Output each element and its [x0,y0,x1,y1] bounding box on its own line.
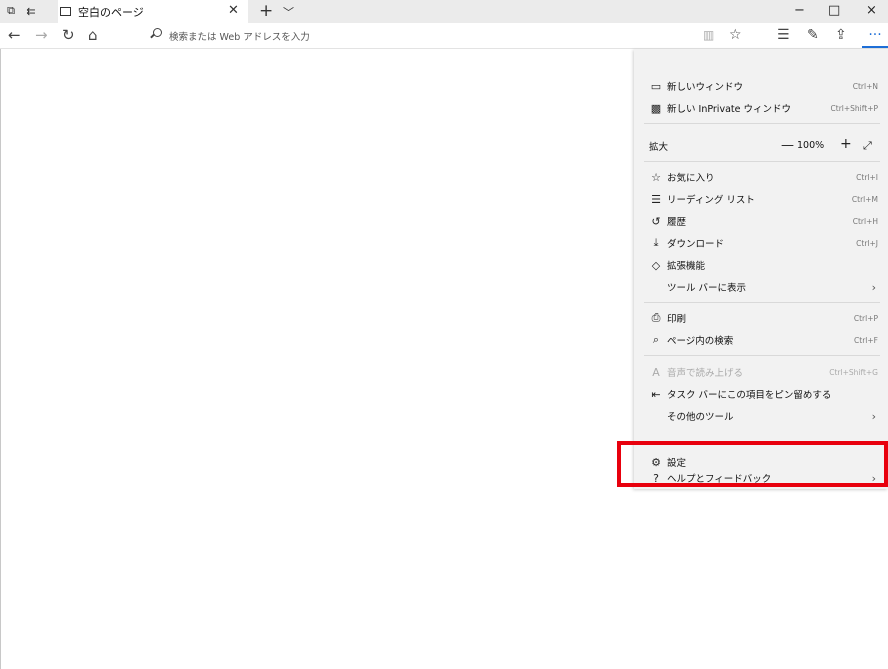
share-icon[interactable]: ⇪ [835,27,847,43]
menu-item-new-inprivate[interactable]: ▩ 新しい InPrivate ウィンドウ Ctrl+Shift+P [634,97,888,119]
forward-icon[interactable]: → [35,26,48,44]
window-icon: ▭ [650,79,662,93]
menu-item-extensions[interactable]: ◇ 拡張機能 [634,254,888,276]
tab-preview-chevron-icon[interactable]: ﹀ [283,4,294,20]
tab-title: 空白のページ [78,5,144,19]
web-note-icon[interactable]: ✎ [807,27,819,43]
menu-separator [644,355,880,356]
tab-blank-page[interactable]: 空白のページ ✕ [58,0,248,23]
extensions-icon: ◇ [651,258,661,272]
zoom-level: 100% [797,140,825,151]
menu-item-reading-list[interactable]: ☰ リーディング リスト Ctrl+M [634,188,888,210]
back-icon[interactable]: ← [8,26,21,44]
menu-separator [644,123,880,124]
menu-item-more-tools[interactable]: その他のツール › [634,405,888,427]
favorites-icon: ☆ [651,170,661,184]
read-aloud-icon: A [652,365,660,379]
page-icon [60,7,71,16]
menu-separator [644,161,880,162]
minimize-button[interactable]: − [794,2,805,20]
set-aside-tabs-icon[interactable]: ⇇ [23,3,39,19]
maximize-button[interactable]: □ [828,2,840,20]
fullscreen-icon[interactable]: ⤢ [863,139,872,153]
page-border [0,49,1,669]
address-input[interactable]: 検索または Web アドレスを入力 [169,29,310,43]
menu-separator [644,302,880,303]
navigation-bar [0,23,888,49]
menu-item-history[interactable]: ↺ 履歴 Ctrl+H [634,210,888,232]
zoom-out-button[interactable]: — [781,138,794,153]
tab-close-icon[interactable]: ✕ [228,3,239,18]
reading-list-icon: ☰ [651,192,661,206]
search-icon: ⌕ [652,333,660,346]
close-button[interactable]: × [866,2,877,20]
favorite-star-icon[interactable]: ☆ [729,27,742,43]
menu-item-find-on-page[interactable]: ⌕ ページ内の検索 Ctrl+F [634,329,888,351]
chevron-right-icon: › [871,280,876,294]
new-tab-button[interactable]: + [259,0,273,22]
search-icon [153,28,162,37]
menu-item-read-aloud[interactable]: A 音声で読み上げる Ctrl+Shift+G [634,361,888,383]
tab-manager-icon[interactable]: ⧉ [3,3,19,19]
home-icon[interactable]: ⌂ [88,26,98,44]
inprivate-icon: ▩ [650,101,662,115]
download-icon: ⤓ [653,236,659,249]
menu-item-print[interactable]: ⎙ 印刷 Ctrl+P [634,307,888,329]
menu-item-downloads[interactable]: ⤓ ダウンロード Ctrl+J [634,232,888,254]
pin-icon: ⇤ [651,387,661,401]
menu-item-pin-taskbar[interactable]: ⇤ タスク バーにこの項目をピン留めする [634,383,888,405]
menu-item-show-in-toolbar[interactable]: ツール バーに表示 › [634,276,888,298]
print-icon: ⎙ [651,311,661,324]
chevron-right-icon: › [871,409,876,423]
menu-item-favorites[interactable]: ☆ お気に入り Ctrl+I [634,166,888,188]
menu-item-new-window[interactable]: ▭ 新しいウィンドウ Ctrl+N [634,75,888,97]
history-icon: ↺ [651,214,661,228]
reading-view-icon[interactable]: ▥ [703,27,714,43]
zoom-in-button[interactable]: + [840,136,852,152]
more-actions-button[interactable]: ··· [862,24,888,48]
highlight-box [617,441,888,487]
refresh-icon[interactable]: ↻ [62,26,75,44]
favorites-hub-icon[interactable]: ☰ [777,27,790,43]
